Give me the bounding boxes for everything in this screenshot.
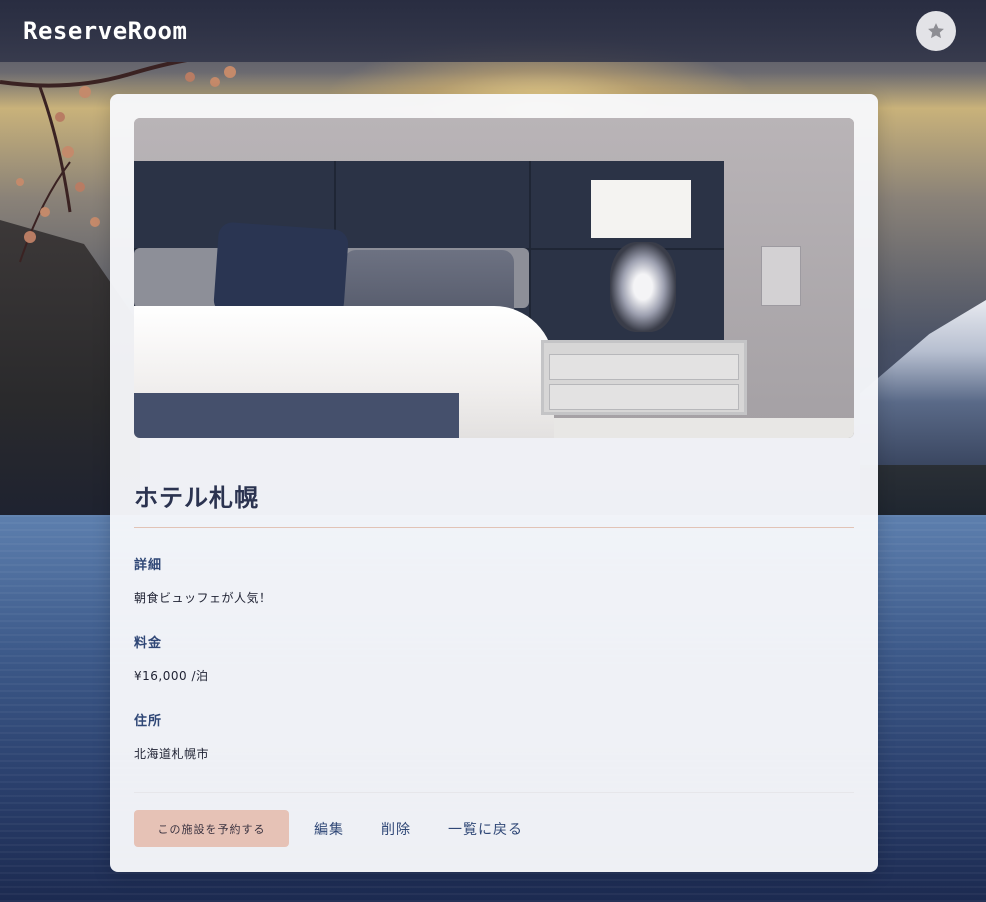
hotel-room-photo: [134, 118, 854, 438]
address-value: 北海道札幌市: [134, 747, 210, 761]
background-mount-fuji: [860, 300, 986, 470]
favorite-button[interactable]: [916, 11, 956, 51]
edit-button[interactable]: 編集: [314, 811, 344, 847]
hotel-detail-card: ホテル札幌 詳細 朝食ビュッフェが人気！ 料金 ¥16,000 /泊 住所 北海…: [110, 94, 878, 872]
reserve-button[interactable]: この施設を予約する: [134, 810, 289, 847]
top-navbar: ReserveRoom: [0, 0, 986, 62]
background-treeline: [860, 465, 986, 515]
details-value: 朝食ビュッフェが人気！: [134, 591, 272, 605]
delete-button[interactable]: 削除: [381, 811, 411, 847]
hotel-name: ホテル札幌: [134, 478, 854, 528]
brand-logo[interactable]: ReserveRoom: [23, 17, 187, 45]
action-bar: この施設を予約する 編集 削除 一覧に戻る: [134, 792, 854, 847]
details-label: 詳細: [134, 558, 163, 573]
star-icon: [928, 23, 944, 39]
price-value: ¥16,000 /泊: [134, 669, 209, 683]
back-to-list-button[interactable]: 一覧に戻る: [448, 811, 523, 847]
address-label: 住所: [134, 714, 163, 729]
price-label: 料金: [134, 636, 163, 651]
